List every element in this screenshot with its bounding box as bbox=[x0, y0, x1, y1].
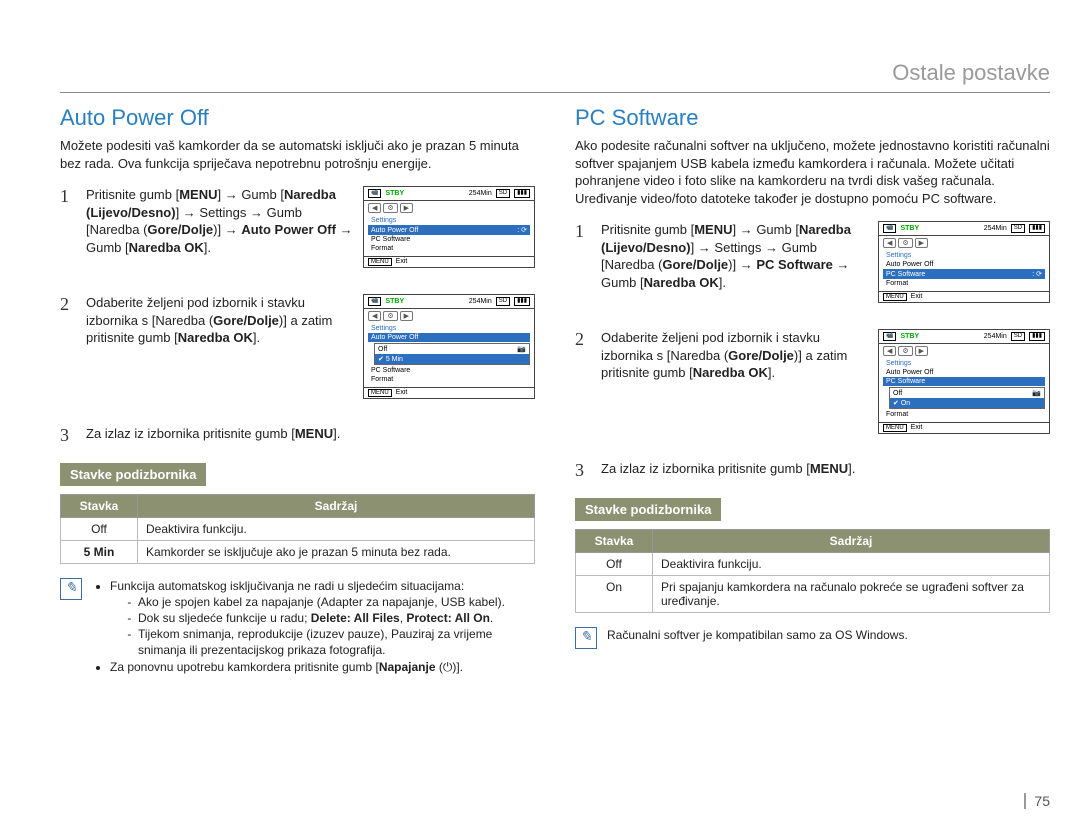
heading-auto-power-off: Auto Power Off bbox=[60, 105, 535, 131]
submenu-title-left: Stavke podizbornika bbox=[60, 463, 206, 486]
step-text: Pritisnite gumb [MENU] → Gumb [Naredba (… bbox=[86, 186, 353, 284]
intro-left: Možete podesiti vaš kamkorder da se auto… bbox=[60, 137, 535, 172]
table-left: StavkaSadržaj OffDeaktivira funkciju. 5 … bbox=[60, 494, 535, 564]
page-number: 75 bbox=[1024, 793, 1050, 809]
note-icon: ✎ bbox=[575, 627, 597, 649]
intro-right: Ako podesite računalni softver na uključ… bbox=[575, 137, 1050, 207]
mini-screen-1-right: 📹STBY254MinSD▮▮▮ ◀⚙▶ Settings Auto Power… bbox=[878, 221, 1050, 303]
step-2-right: 2 Odaberite željeni pod izbornik i stavk… bbox=[575, 329, 1050, 450]
mini-screen-2-right: 📹STBY254MinSD▮▮▮ ◀⚙▶ Settings Auto Power… bbox=[878, 329, 1050, 434]
submenu-title-right: Stavke podizbornika bbox=[575, 498, 721, 521]
two-columns: Auto Power Off Možete podesiti vaš kamko… bbox=[60, 105, 1050, 675]
table-row: OffDeaktivira funkciju. bbox=[61, 517, 535, 540]
note-right: ✎ Računalni softver je kompatibilan samo… bbox=[575, 627, 1050, 649]
note-left: ✎ Funkcija automatskog isključivanja ne … bbox=[60, 578, 535, 675]
step-3-right: 3 Za izlaz iz izbornika pritisnite gumb … bbox=[575, 460, 1050, 482]
table-row: OffDeaktivira funkciju. bbox=[576, 552, 1050, 575]
heading-pc-software: PC Software bbox=[575, 105, 1050, 131]
step-2-left: 2 Odaberite željeni pod izbornik i stavk… bbox=[60, 294, 535, 415]
page-header: Ostale postavke bbox=[60, 60, 1050, 93]
table-right: StavkaSadržaj OffDeaktivira funkciju. On… bbox=[575, 529, 1050, 613]
mini-screen-2-left: 📹STBY254MinSD▮▮▮ ◀⚙▶ Settings Auto Power… bbox=[363, 294, 535, 399]
camcorder-icon: 📹 bbox=[368, 189, 381, 198]
step-text: Za izlaz iz izbornika pritisnite gumb [M… bbox=[86, 425, 535, 447]
battery-icon: ▮▮▮ bbox=[514, 189, 530, 198]
step-text: Odaberite željeni pod izbornik i stavku … bbox=[86, 294, 353, 415]
table-row: OnPri spajanju kamkordera na računalo po… bbox=[576, 575, 1050, 612]
col-right: PC Software Ako podesite računalni softv… bbox=[575, 105, 1050, 675]
note-icon: ✎ bbox=[60, 578, 82, 600]
sd-icon: SD bbox=[496, 189, 510, 198]
page: Ostale postavke Auto Power Off Možete po… bbox=[0, 0, 1080, 827]
step-number: 1 bbox=[60, 186, 76, 284]
mini-screen-1-left: 📹STBY254MinSD▮▮▮ ◀⚙▶ Settings Auto Power… bbox=[363, 186, 535, 268]
col-left: Auto Power Off Možete podesiti vaš kamko… bbox=[60, 105, 535, 675]
step-1-left: 1 Pritisnite gumb [MENU] → Gumb [Naredba… bbox=[60, 186, 535, 284]
step-1-right: 1 Pritisnite gumb [MENU] → Gumb [Naredba… bbox=[575, 221, 1050, 319]
step-3-left: 3 Za izlaz iz izbornika pritisnite gumb … bbox=[60, 425, 535, 447]
table-row: 5 MinKamkorder se isključuje ako je praz… bbox=[61, 540, 535, 563]
